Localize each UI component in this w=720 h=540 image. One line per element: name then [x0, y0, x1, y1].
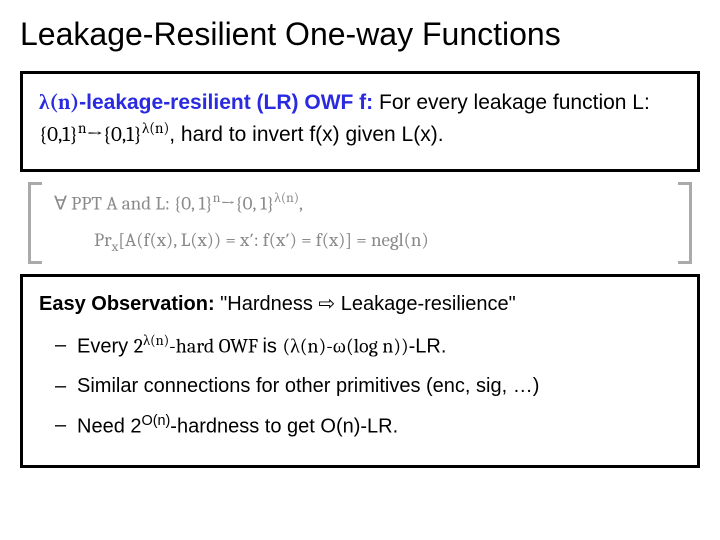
def-dom2: {0,1} — [103, 123, 142, 147]
def-lam: λ(n) — [142, 119, 169, 137]
b3-a: Need 2 — [77, 416, 142, 438]
formal-def-row: ∀ PPT A and L: {0, 1}n→{0, 1}λ(n), Prx[A… — [20, 182, 700, 264]
b1-lr: -LR. — [409, 336, 447, 358]
bracket-left-icon — [20, 182, 46, 264]
obs-bullet-1: – Every 2λ(n)-hard OWF is (λ(n)-ω(log n)… — [55, 330, 681, 363]
def-lambda: λ(n) — [39, 91, 79, 115]
def-lr-owf: -leakage-resilient (LR) OWF f: — [79, 91, 373, 114]
b1-2: 2 — [134, 335, 143, 358]
b3-b: -hardness to get O(n)-LR. — [170, 416, 398, 438]
def-arrow: → — [86, 123, 102, 147]
math-pr: Pr — [94, 229, 112, 251]
b1-paren: (λ(n)-ω(log n)) — [282, 335, 408, 358]
b2-text: Similar connections for other primitives… — [77, 371, 539, 402]
slide-title: Leakage-Resilient One-way Functions — [20, 16, 700, 53]
b1-is: is — [262, 336, 282, 358]
def-text-a: For every leakage function L: — [373, 91, 650, 114]
formal-def: ∀ PPT A and L: {0, 1}n→{0, 1}λ(n), Prx[A… — [46, 182, 674, 264]
obs-head-rest: "Hardness ⇨ Leakage-resilience" — [215, 293, 516, 315]
b3-sup: O(n) — [142, 413, 171, 429]
bracket-right-icon — [674, 182, 700, 264]
obs-head-bold: Easy Observation: — [39, 293, 215, 315]
def-dom1: {0,1} — [39, 123, 78, 147]
observation-box: Easy Observation: "Hardness ⇨ Leakage-re… — [20, 274, 700, 467]
obs-bullet-2: – Similar connections for other primitiv… — [55, 371, 681, 402]
b1-2sup: λ(n) — [143, 332, 169, 349]
obs-bullet-3: – Need 2O(n)-hardness to get O(n)-LR. — [55, 410, 681, 443]
math-l2b: [A(f(x), L(x)) = x′: f(x′) = f(x)] = neg… — [118, 229, 429, 251]
math-l1a: ∀ PPT A and L: {0, 1} — [54, 192, 213, 214]
math-l1-lam: λ(n) — [274, 191, 299, 206]
b1-every: Every — [77, 336, 134, 358]
def-text-b: , hard to invert f(x) given L(x). — [169, 123, 443, 146]
math-l1c: , — [299, 192, 303, 214]
definition-box: λ(n)-leakage-resilient (LR) OWF f: For e… — [20, 71, 700, 172]
b1-hard: -hard OWF — [169, 335, 262, 358]
math-l1b: →{0, 1} — [220, 192, 274, 214]
